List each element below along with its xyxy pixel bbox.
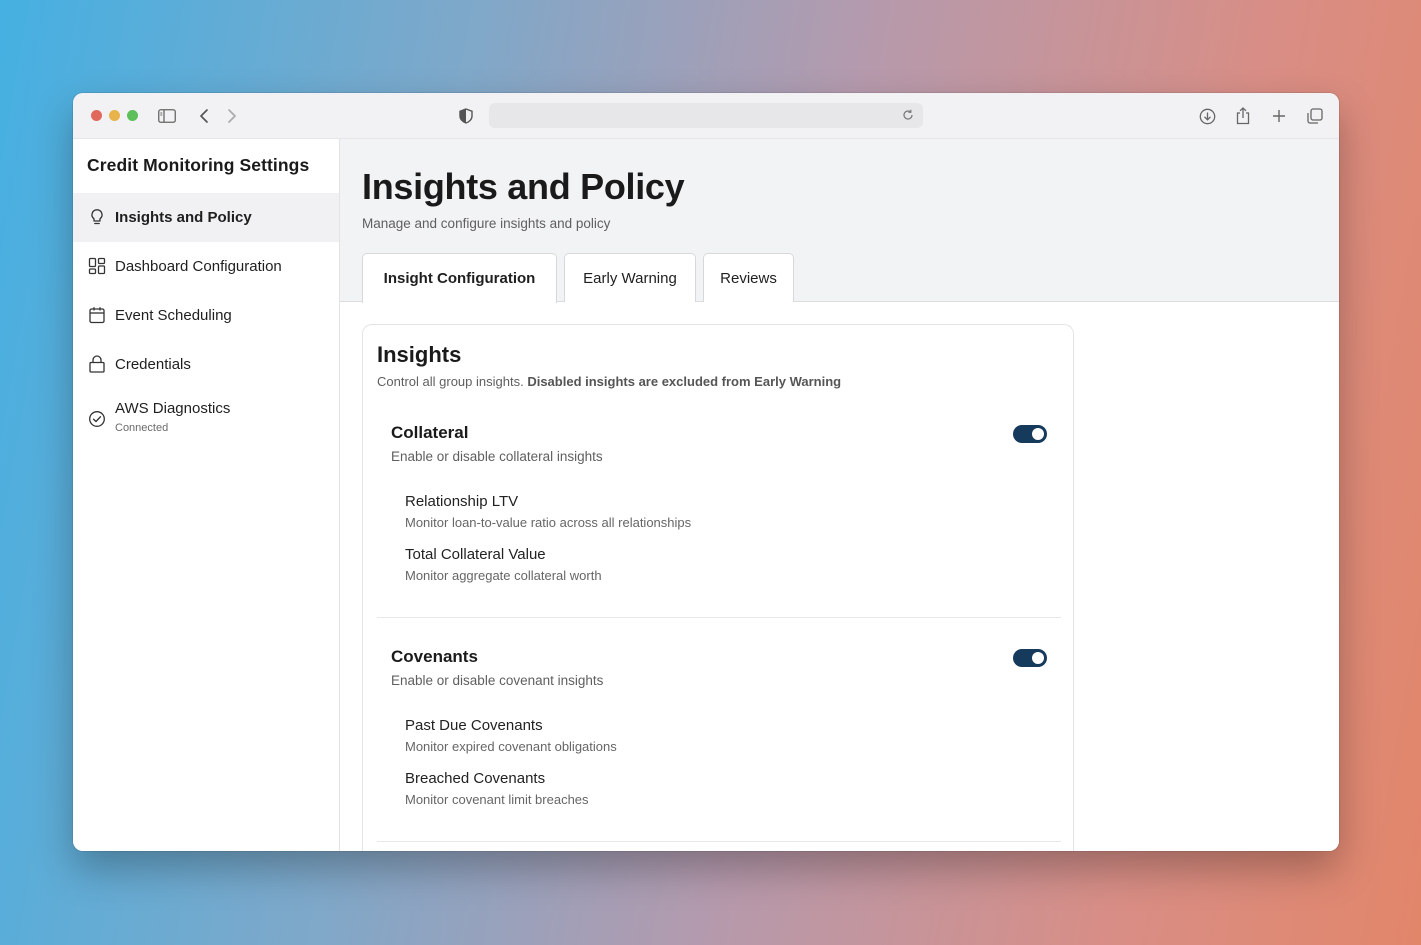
app-title: Credit Monitoring Settings [87,155,310,175]
tab-reviews[interactable]: Reviews [703,253,794,302]
tab-early-warning[interactable]: Early Warning [564,253,696,302]
group-description: Enable or disable collateral insights [391,449,603,464]
sidebar-item-credentials[interactable]: Credentials [73,340,339,389]
browser-toolbar [73,93,1339,139]
sidebar-item-label: Event Scheduling [115,307,232,324]
page-subtitle: Manage and configure insights and policy [362,216,611,231]
card-title: Insights [377,342,462,367]
check-circle-icon [88,410,106,428]
group-title: Covenants [391,647,478,666]
insight-item-relationship-ltv: Relationship LTV Monitor loan-to-value r… [405,493,691,530]
insight-group-covenants: Covenants Enable or disable covenant ins… [377,647,1061,847]
reload-icon[interactable] [897,104,919,126]
toggle-knob [1032,428,1044,440]
insight-item-description: Monitor expired covenant obligations [405,739,617,754]
insight-group-collateral: Collateral Enable or disable collateral … [377,423,1061,619]
group-divider [377,841,1061,842]
address-bar[interactable] [489,103,923,128]
connection-status: Connected [115,422,169,434]
insight-item-total-collateral-value: Total Collateral Value Monitor aggregate… [405,546,602,583]
sidebar-toggle-icon[interactable] [156,105,178,127]
insight-item-breached-covenants: Breached Covenants Monitor covenant limi… [405,770,589,807]
insight-item-title: Past Due Covenants [405,717,543,734]
group-title: Collateral [391,423,469,442]
insight-item-description: Monitor covenant limit breaches [405,792,589,807]
shield-icon[interactable] [455,105,477,127]
share-icon[interactable] [1232,105,1254,127]
lock-icon [88,355,106,373]
tab-overview-icon[interactable] [1304,105,1326,127]
card-description-text: Control all group insights. [377,374,524,389]
page-header: Insights and Policy Manage and configure… [340,139,1339,303]
main-content: Insights and Policy Manage and configure… [340,139,1339,851]
settings-sidebar: Credit Monitoring Settings Insights and … [73,139,340,851]
calendar-icon [88,306,106,324]
sidebar-item-dashboard-configuration[interactable]: Dashboard Configuration [73,242,339,291]
close-window-button[interactable] [91,110,102,121]
sidebar-item-aws-diagnostics[interactable]: AWS Diagnostics Connected [73,389,339,449]
sidebar-item-label: Insights and Policy [115,209,252,226]
sidebar-item-label: Credentials [115,356,191,373]
page-title: Insights and Policy [362,166,685,207]
new-tab-icon[interactable] [1268,105,1290,127]
insight-item-description: Monitor loan-to-value ratio across all r… [405,515,692,530]
tab-insight-configuration[interactable]: Insight Configuration [362,253,557,303]
card-description-note: Disabled insights are excluded from Earl… [527,374,842,389]
forward-icon[interactable] [221,105,243,127]
maximize-window-button[interactable] [127,110,138,121]
browser-window: Credit Monitoring Settings Insights and … [73,93,1339,851]
sidebar-item-label: AWS Diagnostics [115,400,231,417]
collateral-toggle[interactable] [1013,425,1047,443]
back-icon[interactable] [193,105,215,127]
insight-item-description: Monitor aggregate collateral worth [405,568,602,583]
group-description: Enable or disable covenant insights [391,673,604,688]
insights-card: Insights Control all group insights. Dis… [362,324,1074,851]
card-description: Control all group insights. Disabled ins… [377,374,841,389]
covenants-toggle[interactable] [1013,649,1047,667]
download-icon[interactable] [1196,105,1218,127]
lightbulb-icon [88,208,106,226]
insight-item-title: Relationship LTV [405,493,519,510]
sidebar-item-label: Dashboard Configuration [115,258,282,275]
toggle-knob [1032,652,1044,664]
sidebar-item-event-scheduling[interactable]: Event Scheduling [73,291,339,340]
insight-item-past-due-covenants: Past Due Covenants Monitor expired coven… [405,717,617,754]
sidebar-item-insights-and-policy[interactable]: Insights and Policy [73,193,339,242]
dashboard-grid-icon [88,257,106,275]
group-divider [377,617,1061,618]
minimize-window-button[interactable] [109,110,120,121]
sidebar-nav: Insights and Policy Dashboard Configurat… [73,193,339,449]
insight-item-title: Total Collateral Value [405,546,546,563]
insight-item-title: Breached Covenants [405,770,546,787]
